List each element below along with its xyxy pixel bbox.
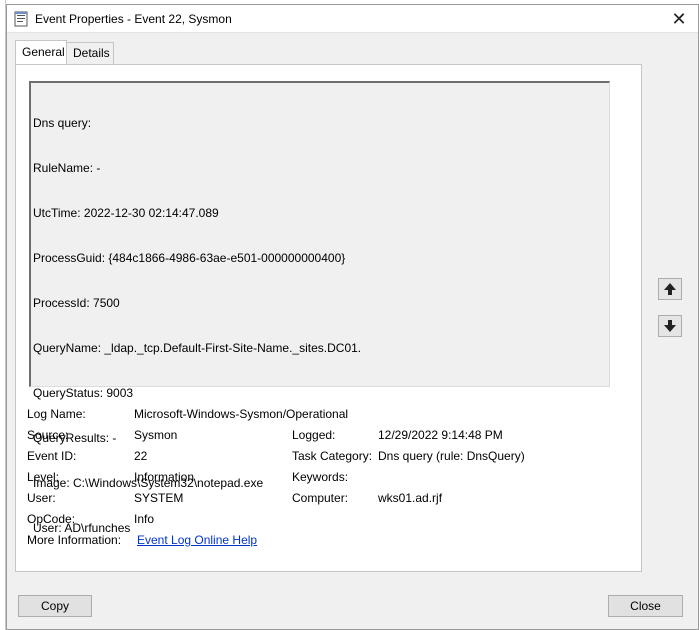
event-viewer-icon: [14, 11, 28, 27]
tab-general[interactable]: General: [15, 40, 67, 64]
close-icon[interactable]: ✕: [668, 8, 690, 30]
logged-value: 12/29/2022 9:14:48 PM: [378, 428, 503, 442]
user-label: User:: [27, 491, 56, 505]
level-value: Information: [134, 470, 195, 484]
opcode-value: Info: [134, 512, 155, 526]
copy-button[interactable]: Copy: [18, 595, 92, 617]
source-label: Source:: [27, 428, 69, 442]
arrow-down-icon: [664, 320, 676, 332]
event-properties-dialog: Event Properties - Event 22, Sysmon ✕ Ge…: [6, 4, 699, 630]
computer-value: wks01.ad.rjf: [378, 491, 443, 505]
event-description-textbox[interactable]: Dns query: RuleName: - UtcTime: 2022-12-…: [29, 81, 610, 535]
user-value: SYSTEM: [134, 491, 184, 505]
computer-label: Computer:: [292, 491, 349, 505]
event-text-line: QueryName: _ldap._tcp.Default-First-Site…: [33, 341, 362, 355]
next-event-button[interactable]: [658, 315, 682, 337]
log-name-label: Log Name:: [27, 407, 86, 421]
event-text-line: ProcessGuid: {484c1866-4986-63ae-e501-00…: [33, 251, 346, 265]
event-text-line: QueryStatus: 9003: [33, 386, 134, 400]
event-id-label: Event ID:: [27, 449, 77, 463]
event-id-value: 22: [134, 449, 148, 463]
level-label: Level:: [27, 470, 60, 484]
title-bar[interactable]: Event Properties - Event 22, Sysmon ✕: [7, 5, 698, 33]
logged-label: Logged:: [292, 428, 336, 442]
event-text-line: ProcessId: 7500: [33, 296, 120, 310]
window-title: Event Properties - Event 22, Sysmon: [35, 12, 232, 26]
keywords-label: Keywords:: [292, 470, 349, 484]
log-name-value: Microsoft-Windows-Sysmon/Operational: [134, 407, 349, 421]
task-category-label: Task Category:: [292, 449, 373, 463]
previous-event-button[interactable]: [658, 278, 682, 300]
event-text-line: UtcTime: 2022-12-30 02:14:47.089: [33, 206, 219, 220]
opcode-label: OpCode:: [27, 512, 76, 526]
event-log-online-help-link[interactable]: Event Log Online Help: [137, 533, 257, 547]
tab-details[interactable]: Details: [67, 42, 114, 64]
close-button[interactable]: Close: [608, 595, 683, 617]
more-information-label: More Information:: [27, 533, 122, 547]
source-value: Sysmon: [134, 428, 178, 442]
task-category-value: Dns query (rule: DnsQuery): [378, 449, 525, 463]
arrow-up-icon: [664, 283, 676, 295]
general-panel: Dns query: RuleName: - UtcTime: 2022-12-…: [15, 64, 642, 572]
event-text-line: Dns query:: [33, 116, 92, 130]
event-text-line: RuleName: -: [33, 161, 101, 175]
